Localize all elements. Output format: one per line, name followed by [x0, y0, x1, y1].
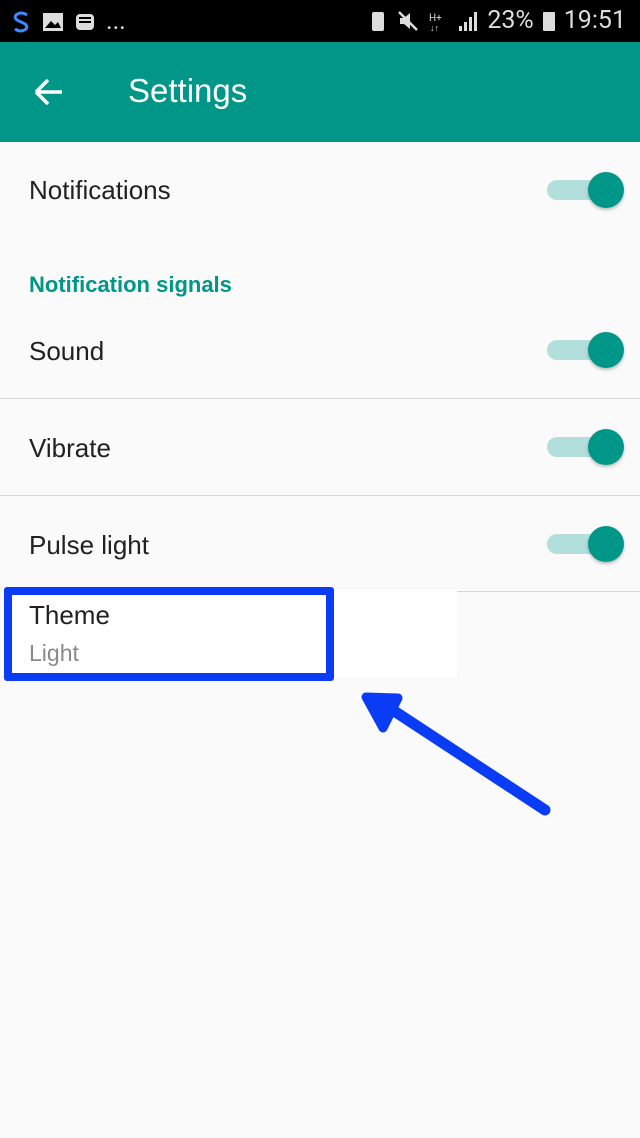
annotation-arrow-icon — [361, 692, 551, 816]
